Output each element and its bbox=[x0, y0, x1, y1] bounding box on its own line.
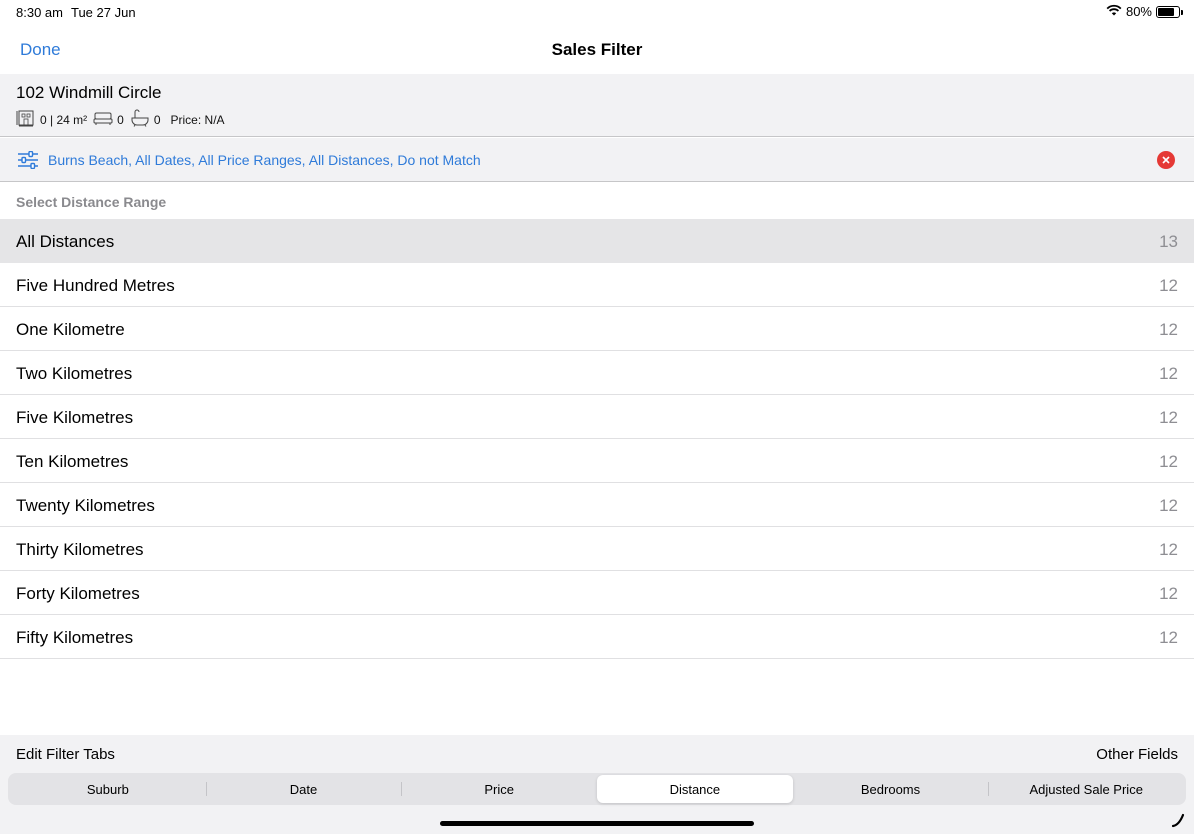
distance-count: 12 bbox=[1159, 452, 1178, 471]
distance-label: Two Kilometres bbox=[16, 364, 133, 383]
list-item[interactable]: Thirty Kilometres 12 bbox=[0, 527, 1194, 571]
land-size-value: 0 | 24 m² bbox=[40, 112, 88, 127]
tab-adjusted-sale-price[interactable]: Adjusted Sale Price bbox=[988, 775, 1184, 803]
page-title: Sales Filter bbox=[551, 40, 643, 59]
distance-count: 12 bbox=[1159, 584, 1178, 603]
bedrooms-value: 0 bbox=[117, 112, 124, 127]
status-time-text: 8:30 am bbox=[16, 5, 63, 20]
price-value: Price: N/A bbox=[170, 112, 225, 127]
distance-count: 12 bbox=[1159, 320, 1178, 339]
list-item[interactable]: All Distances 13 bbox=[0, 219, 1194, 263]
distance-label: Five Hundred Metres bbox=[16, 276, 175, 295]
status-time: 8:30 am Tue 27 Jun bbox=[16, 5, 136, 20]
distance-label: Fifty Kilometres bbox=[16, 628, 134, 647]
list-item[interactable]: Five Hundred Metres 12 bbox=[0, 263, 1194, 307]
distance-label: All Distances bbox=[16, 232, 115, 251]
status-indicators: 80% bbox=[1106, 4, 1183, 19]
tab-bedrooms[interactable]: Bedrooms bbox=[793, 775, 989, 803]
battery-icon bbox=[1156, 5, 1183, 18]
distance-count: 13 bbox=[1159, 232, 1178, 251]
battery-fill bbox=[1158, 7, 1174, 16]
home-indicator bbox=[440, 821, 754, 826]
list-item[interactable]: Twenty Kilometres 12 bbox=[0, 483, 1194, 527]
list-item[interactable]: Forty Kilometres 12 bbox=[0, 571, 1194, 615]
distance-label: Five Kilometres bbox=[16, 408, 134, 427]
distance-count: 12 bbox=[1159, 276, 1178, 295]
distance-label: Thirty Kilometres bbox=[16, 540, 144, 559]
filter-summary[interactable]: Burns Beach, All Dates, All Price Ranges… bbox=[0, 138, 1194, 182]
section-header: Select Distance Range bbox=[16, 194, 167, 210]
tab-date[interactable]: Date bbox=[205, 775, 402, 803]
clear-icon[interactable] bbox=[1157, 151, 1175, 169]
sliders-icon[interactable] bbox=[17, 150, 39, 174]
distance-label: One Kilometre bbox=[16, 320, 125, 339]
bed-icon bbox=[93, 110, 113, 129]
property-panel: 102 Windmill Circle 0 | 24 m² 0 0 Price:… bbox=[0, 74, 1194, 137]
edit-filter-tabs-button[interactable]: Edit Filter Tabs bbox=[16, 746, 115, 763]
list-item[interactable]: Five Kilometres 12 bbox=[0, 395, 1194, 439]
list-item[interactable]: Fifty Kilometres 12 bbox=[0, 615, 1194, 659]
tab-price[interactable]: Price bbox=[401, 775, 597, 803]
property-meta: 0 | 24 m² 0 0 Price: N/A bbox=[16, 109, 231, 130]
distance-count: 12 bbox=[1159, 408, 1178, 427]
tab-suburb[interactable]: Suburb bbox=[10, 775, 206, 803]
tab-distance[interactable]: Distance bbox=[597, 775, 793, 803]
distance-count: 12 bbox=[1159, 364, 1178, 383]
distance-list: All Distances 13 Five Hundred Metres 12 One … bbox=[0, 219, 1194, 659]
distance-label: Twenty Kilometres bbox=[16, 496, 155, 515]
wifi-icon bbox=[1106, 4, 1122, 19]
distance-count: 12 bbox=[1159, 496, 1178, 515]
list-item[interactable]: Ten Kilometres 12 bbox=[0, 439, 1194, 483]
bath-icon bbox=[130, 109, 150, 130]
property-address: 102 Windmill Circle bbox=[16, 83, 162, 102]
battery-percent: 80% bbox=[1125, 4, 1152, 19]
other-fields-button[interactable]: Other Fields bbox=[1096, 746, 1178, 763]
land-size-icon bbox=[16, 109, 36, 130]
distance-label: Forty Kilometres bbox=[16, 584, 140, 603]
bathrooms-value: 0 bbox=[153, 112, 161, 127]
distance-count: 12 bbox=[1159, 540, 1178, 559]
list-item[interactable]: One Kilometre 12 bbox=[0, 307, 1194, 351]
filter-summary-text[interactable]: Burns Beach, All Dates, All Price Ranges… bbox=[48, 152, 481, 168]
pencil-icon bbox=[1170, 812, 1186, 828]
status-bar: 8:30 am Tue 27 Jun 80% bbox=[0, 0, 1194, 24]
distance-label: Ten Kilometres bbox=[16, 452, 129, 471]
filter-tabs: Suburb Date Price Distance Bedrooms Adjusted … bbox=[8, 773, 1186, 805]
list-item[interactable]: Two Kilometres 12 bbox=[0, 351, 1194, 395]
distance-count: 12 bbox=[1159, 628, 1178, 647]
nav-bar: Done Sales Filter bbox=[0, 28, 1194, 72]
status-date: Tue 27 Jun bbox=[70, 5, 136, 20]
